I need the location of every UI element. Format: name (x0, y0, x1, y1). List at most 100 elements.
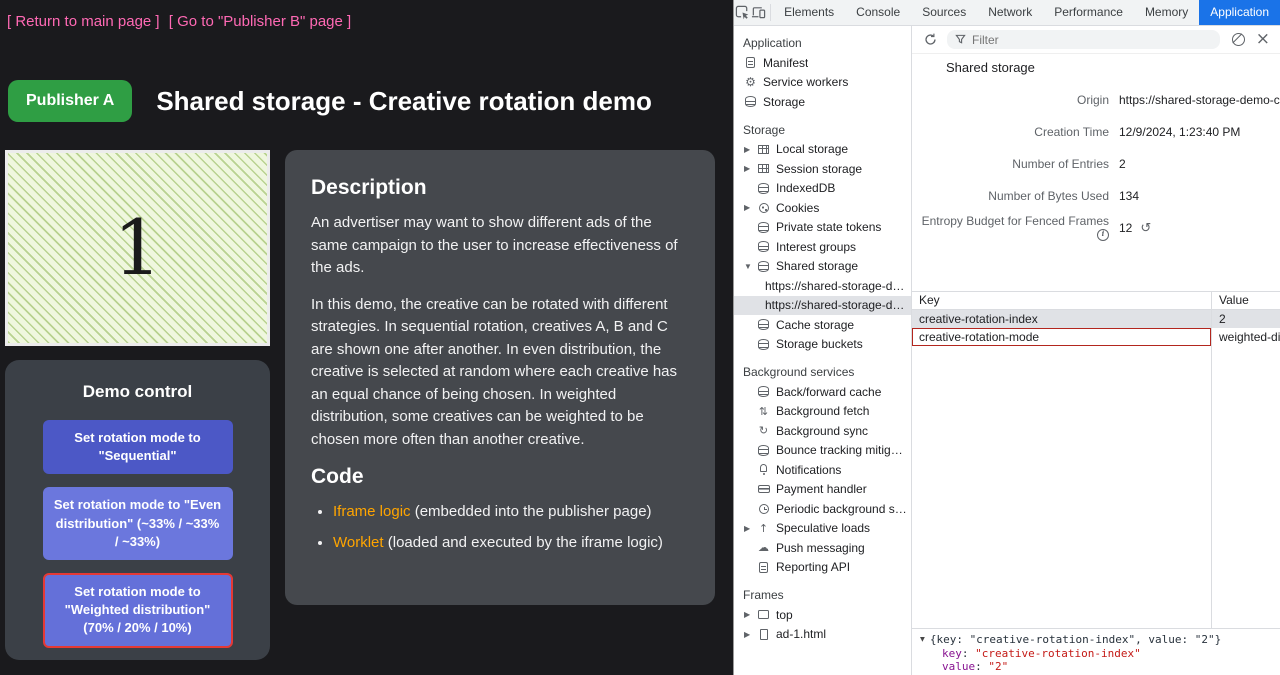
preview-entries: key: "creative-rotation-index"value: "2" (920, 647, 1280, 674)
filter-box[interactable] (947, 30, 1220, 49)
rotation-mode-button-even-distribution[interactable]: Set rotation mode to "Even distribution"… (43, 487, 233, 560)
shared-storage-panel: × Shared storage Originhttps://shared-st… (912, 26, 1280, 675)
code-heading: Code (311, 465, 689, 489)
storage-items-grid: Key Value creative-rotation-index2creati… (912, 291, 1280, 628)
code-list: Iframe logic (embedded into the publishe… (311, 501, 689, 554)
sidebar-item-back-forward-cache[interactable]: Back/forward cache (734, 382, 911, 402)
meta-label: Number of Entries (912, 157, 1109, 171)
push-messaging-icon (757, 541, 770, 554)
meta-value: 134 (1119, 189, 1280, 203)
sidebar-item-periodic-background-sync[interactable]: Periodic background sync (734, 499, 911, 519)
sidebar-item-storage-buckets[interactable]: Storage buckets (734, 335, 911, 355)
grid-empty-area (912, 346, 1280, 628)
tab-performance[interactable]: Performance (1043, 0, 1134, 25)
clear-all-icon[interactable] (1232, 33, 1245, 46)
sidebar-item-shared-storage[interactable]: ▼Shared storage (734, 257, 911, 277)
sidebar-item-label: Back/forward cache (776, 385, 881, 399)
sidebar-item-bounce-tracking-mitigations[interactable]: Bounce tracking mitigations (734, 441, 911, 461)
tab-application[interactable]: Application (1199, 0, 1280, 25)
sidebar-section-application: ApplicationManifestService workersStorag… (734, 34, 911, 112)
expand-triangle-icon[interactable]: ▶ (744, 610, 757, 619)
return-main-link[interactable]: [ Return to main page ] (7, 13, 160, 30)
sidebar-item-payment-handler[interactable]: Payment handler (734, 480, 911, 500)
sidebar-item-label: Notifications (776, 463, 841, 477)
refresh-icon[interactable] (924, 33, 937, 46)
sidebar-item-interest-groups[interactable]: Interest groups (734, 237, 911, 257)
sidebar-item-push-messaging[interactable]: Push messaging (734, 538, 911, 558)
sidebar-item-label: Session storage (776, 162, 862, 176)
iframe-logic-link[interactable]: Iframe logic (333, 503, 411, 520)
preview-object-text: {key: "creative-rotation-index", value: … (930, 633, 1221, 646)
sidebar-item-label: Manifest (763, 56, 808, 70)
expand-triangle-icon[interactable]: ▶ (744, 145, 757, 154)
sidebar-item-speculative-loads[interactable]: ▶Speculative loads (734, 519, 911, 539)
description-paragraph: An advertiser may want to show different… (311, 212, 689, 280)
sidebar-item-cache-storage[interactable]: Cache storage (734, 315, 911, 335)
storage-key-cell: creative-rotation-index (912, 310, 1212, 328)
ad-creative-frame[interactable]: 1 (5, 150, 270, 346)
sidebar-item-ad-1-html[interactable]: ▶ad-1.html (734, 625, 911, 645)
tab-elements[interactable]: Elements (773, 0, 845, 25)
sidebar-item-https-shared-storage-demo-co[interactable]: https://shared-storage-demo-co (734, 296, 911, 316)
column-header-value[interactable]: Value (1212, 292, 1280, 309)
sidebar-item-label: Reporting API (776, 560, 850, 574)
expand-triangle-icon[interactable]: ▶ (744, 630, 757, 639)
meta-label: Number of Bytes Used (912, 189, 1109, 203)
sidebar-item-local-storage[interactable]: ▶Local storage (734, 140, 911, 160)
preview-object[interactable]: ▼ {key: "creative-rotation-index", value:… (920, 633, 1280, 647)
storage-buckets-icon (757, 338, 770, 351)
sidebar-item-private-state-tokens[interactable]: Private state tokens (734, 218, 911, 238)
sidebar-item-indexeddb[interactable]: IndexedDB (734, 179, 911, 199)
sidebar-item-service-workers[interactable]: Service workers (734, 73, 911, 93)
speculative-loads-icon (757, 522, 770, 535)
worklet-link[interactable]: Worklet (333, 534, 384, 551)
expand-triangle-icon[interactable]: ▶ (744, 524, 757, 533)
expand-triangle-icon[interactable]: ▶ (744, 203, 757, 212)
meta-label: Entropy Budget for Fenced Frames (912, 214, 1109, 242)
meta-row-origin: Originhttps://shared-storage-demo-co (912, 84, 1280, 116)
sidebar-item-top[interactable]: ▶top (734, 605, 911, 625)
tab-memory[interactable]: Memory (1134, 0, 1199, 25)
sidebar-item-https-shared-storage-demo-co[interactable]: https://shared-storage-demo-co (734, 276, 911, 296)
filter-input[interactable] (972, 33, 1212, 47)
rotation-mode-button-weighted-distribution[interactable]: Set rotation mode to "Weighted distribut… (43, 573, 233, 648)
grid-header: Key Value (912, 291, 1280, 310)
device-toolbar-icon[interactable] (750, 0, 766, 25)
sidebar-item-background-fetch[interactable]: Background fetch (734, 402, 911, 422)
sidebar-item-cookies[interactable]: ▶Cookies (734, 198, 911, 218)
application-sidebar: ApplicationManifestService workersStorag… (734, 26, 912, 675)
sidebar-item-label: IndexedDB (776, 181, 835, 195)
reset-budget-icon[interactable]: ↺ (1140, 221, 1151, 236)
sidebar-item-notifications[interactable]: Notifications (734, 460, 911, 480)
page-header: Publisher A Shared storage - Creative ro… (8, 80, 728, 122)
preview-prop-name: value (942, 660, 975, 673)
tab-console[interactable]: Console (845, 0, 911, 25)
collapse-triangle-icon[interactable]: ▼ (920, 633, 925, 647)
preview-prop-value: "creative-rotation-index" (975, 647, 1141, 660)
collapse-triangle-icon[interactable]: ▼ (744, 262, 757, 271)
sidebar-section-title: Storage (734, 121, 911, 140)
publisher-page: [ Return to main page ] [ Go to "Publish… (0, 0, 733, 675)
preview-prop-key: key: "creative-rotation-index" (920, 647, 1280, 661)
info-icon[interactable] (1097, 229, 1109, 241)
sidebar-item-background-sync[interactable]: Background sync (734, 421, 911, 441)
sidebar-item-storage[interactable]: Storage (734, 92, 911, 112)
tab-network[interactable]: Network (977, 0, 1043, 25)
sidebar-item-session-storage[interactable]: ▶ Session storage (734, 159, 911, 179)
filter-icon (955, 34, 966, 45)
sidebar-item-manifest[interactable]: Manifest (734, 53, 911, 73)
publisher-b-link[interactable]: [ Go to "Publisher B" page ] (169, 13, 351, 30)
tab-sources[interactable]: Sources (911, 0, 977, 25)
inspect-icon[interactable] (734, 0, 750, 25)
storage-row-creative-rotation-index[interactable]: creative-rotation-index2 (912, 310, 1280, 328)
meta-value: 12↺ (1119, 221, 1280, 236)
column-header-key[interactable]: Key (912, 292, 1212, 309)
rotation-mode-button-sequential[interactable]: Set rotation mode to "Sequential" (43, 420, 233, 474)
sidebar-item-reporting-api[interactable]: Reporting API (734, 558, 911, 578)
devtools: ElementsConsoleSourcesNetworkPerformance… (733, 0, 1280, 675)
description-heading: Description (311, 176, 689, 200)
storage-row-creative-rotation-mode[interactable]: creative-rotation-modeweighted-distribut… (912, 328, 1280, 346)
delete-selected-icon[interactable]: × (1256, 31, 1270, 48)
expand-triangle-icon[interactable]: ▶ (744, 164, 757, 173)
sidebar-item-label: Cache storage (776, 318, 854, 332)
